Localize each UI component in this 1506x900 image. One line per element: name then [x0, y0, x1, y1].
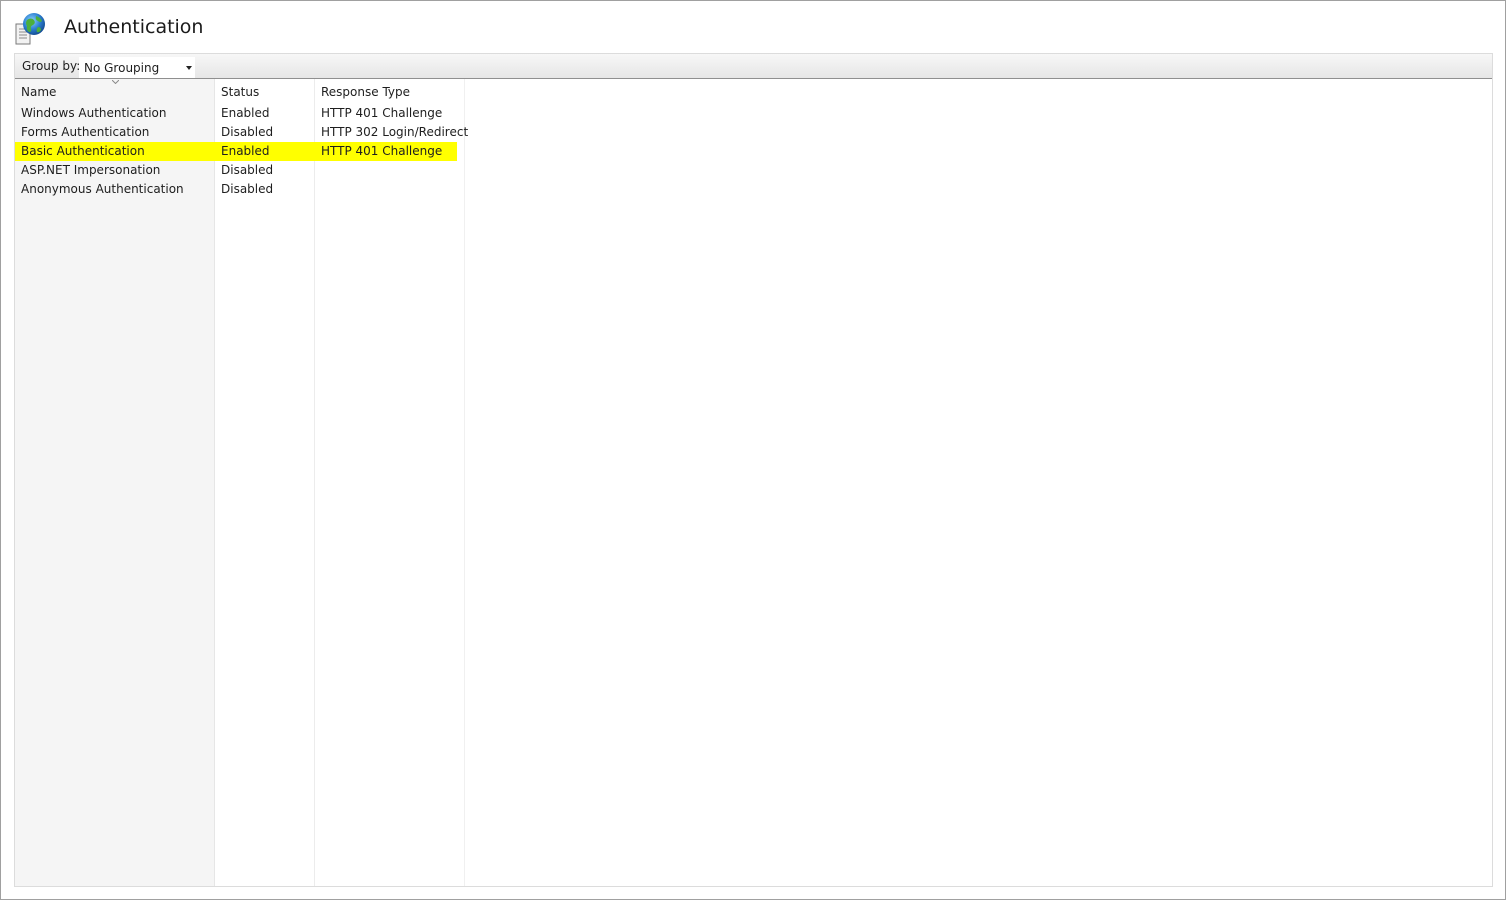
group-by-label: Group by:: [22, 59, 81, 73]
table-row[interactable]: Forms Authentication Disabled HTTP 302 L…: [15, 123, 468, 142]
row-response-type: HTTP 401 Challenge: [321, 106, 443, 120]
dropdown-arrow-icon: [186, 66, 192, 70]
response-column-background: [315, 79, 465, 886]
row-name: ASP.NET Impersonation: [21, 163, 161, 177]
table-row[interactable]: Anonymous Authentication Disabled: [15, 180, 457, 199]
table-row[interactable]: ASP.NET Impersonation Disabled: [15, 161, 457, 180]
group-by-toolbar: Group by: No Grouping: [15, 54, 1492, 79]
row-status: Enabled: [221, 144, 270, 158]
name-column-background: [15, 79, 215, 886]
row-status: Enabled: [221, 106, 270, 120]
sort-caret-icon: [112, 80, 119, 84]
row-response-type: HTTP 401 Challenge: [321, 144, 443, 158]
status-column-background: [215, 79, 315, 886]
authentication-window: Authentication Group by: No Grouping Nam…: [0, 0, 1506, 900]
group-by-select[interactable]: No Grouping: [79, 57, 195, 78]
column-header-status[interactable]: Status: [221, 85, 259, 99]
row-name: Basic Authentication: [21, 144, 145, 158]
column-header-response-type[interactable]: Response Type: [321, 85, 410, 99]
page-title: Authentication: [64, 16, 204, 38]
row-status: Disabled: [221, 125, 274, 139]
row-response-type: HTTP 302 Login/Redirect: [321, 125, 469, 139]
globe-document-icon: [15, 13, 45, 45]
features-panel: Group by: No Grouping Name Status Respon…: [14, 53, 1493, 887]
row-name: Anonymous Authentication: [21, 182, 184, 196]
group-by-value: No Grouping: [84, 61, 160, 75]
row-status: Disabled: [221, 182, 274, 196]
authentication-list[interactable]: Name Status Response Type Windows Authen…: [15, 79, 1492, 886]
table-row-highlighted[interactable]: Basic Authentication Enabled HTTP 401 Ch…: [15, 142, 457, 161]
row-name: Windows Authentication: [21, 106, 167, 120]
row-status: Disabled: [221, 163, 274, 177]
column-header-name[interactable]: Name: [21, 85, 56, 99]
table-row[interactable]: Windows Authentication Enabled HTTP 401 …: [15, 104, 457, 123]
page-header: Authentication: [1, 1, 1505, 53]
row-name: Forms Authentication: [21, 125, 150, 139]
